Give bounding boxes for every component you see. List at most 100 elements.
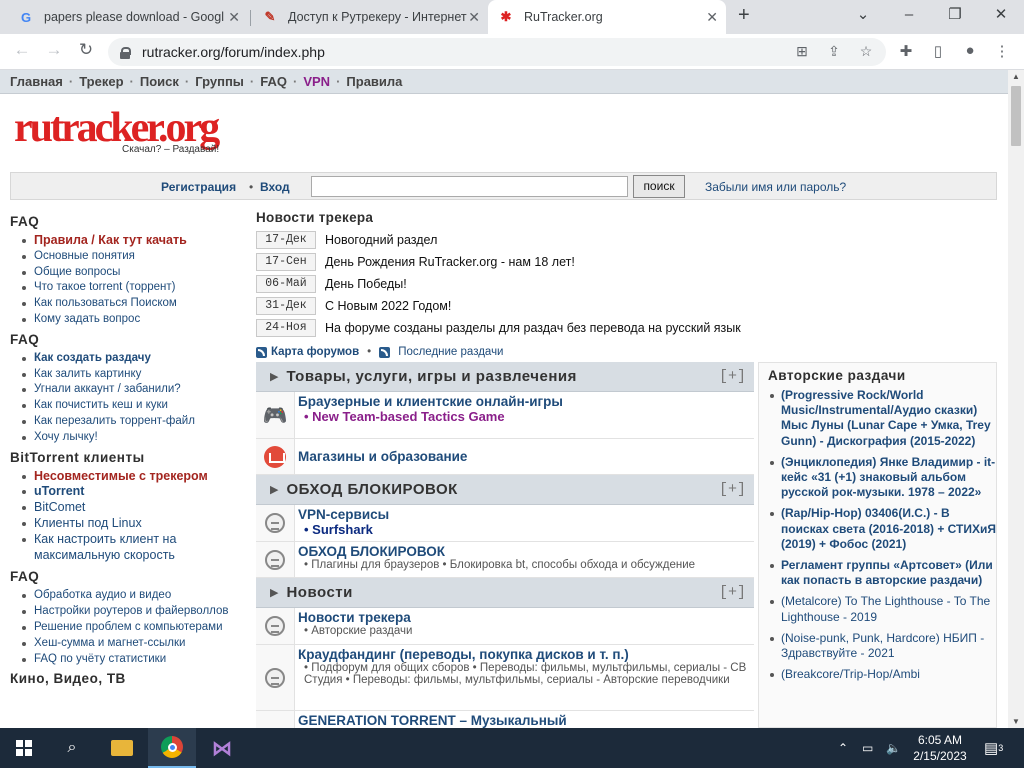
chrome-taskbar-icon[interactable] — [148, 728, 196, 768]
translate-icon[interactable]: ⊞ — [792, 43, 812, 60]
sidebar-link[interactable]: Как перезалить торрент-файл — [20, 414, 246, 430]
sidebar-link[interactable]: Несовместимые с трекером — [20, 469, 246, 485]
expand-toggle[interactable]: [+] — [719, 368, 746, 385]
subforum-link[interactable]: • Подфорум для общих сборов • Переводы: … — [298, 662, 754, 686]
category-header[interactable]: ▶ Товары, услуги, игры и развлечения [+] — [256, 362, 754, 392]
forward-icon[interactable]: → — [42, 40, 66, 60]
forum-link[interactable]: Краудфандинг (переводы, покупка дисков и… — [298, 647, 754, 662]
sidebar-link[interactable]: Как настроить клиент на максимальную ско… — [20, 532, 246, 564]
news-link[interactable]: На форуме созданы разделы для раздач без… — [325, 321, 741, 335]
close-window-button[interactable]: ✕ — [978, 2, 1024, 28]
tab-google[interactable]: G papers please download - Googl ✕ — [8, 0, 248, 34]
news-link[interactable]: С Новым 2022 Годом! — [325, 299, 451, 313]
site-logo[interactable]: rutracker.org Скачал? – Раздавай! — [14, 104, 254, 156]
forum-link[interactable]: VPN-сервисы — [298, 507, 754, 522]
category-header[interactable]: ▶ Новости [+] — [256, 578, 754, 608]
sidebar-link[interactable]: Клиенты под Linux — [20, 516, 246, 532]
reload-icon[interactable]: ↻ — [74, 40, 98, 60]
subforum-label[interactable]: Surfshark — [312, 522, 373, 537]
new-tab-button[interactable]: + — [738, 4, 750, 27]
sidebar-link[interactable]: Как почистить кеш и куки — [20, 398, 246, 414]
search-input[interactable] — [311, 176, 628, 197]
minimize-button[interactable]: – — [886, 2, 932, 28]
subforum-link[interactable]: • Surfshark — [298, 522, 754, 537]
start-button[interactable] — [0, 728, 48, 768]
lock-icon[interactable] — [120, 46, 131, 59]
scroll-down-icon[interactable]: ▼ — [1012, 717, 1020, 726]
clock[interactable]: 6:05 AM 2/15/2023 — [910, 728, 970, 768]
close-icon[interactable]: ✕ — [228, 9, 240, 26]
tray-chevron-icon[interactable]: ⌃ — [838, 728, 848, 768]
subforum-label[interactable]: Авторские раздачи — [311, 625, 412, 637]
nav-vpn[interactable]: VPN — [303, 74, 330, 89]
release-link[interactable]: (Энциклопедия) Янке Владимир - it-кейс «… — [769, 455, 996, 501]
register-link[interactable]: Регистрация — [161, 180, 236, 194]
close-icon[interactable]: ✕ — [706, 9, 718, 26]
sidebar-link[interactable]: Как пользоваться Поиском — [20, 296, 246, 312]
category-title[interactable]: Новости — [286, 584, 352, 601]
forum-link[interactable]: Магазины и образование — [298, 449, 467, 464]
forgot-password-link[interactable]: Забыли имя или пароль? — [705, 180, 846, 194]
visual-studio-icon[interactable]: ⋈ — [198, 728, 246, 768]
subforum-label[interactable]: Плагины для браузеров • Блокировка bt, с… — [311, 559, 695, 571]
nav-rules[interactable]: Правила — [346, 74, 402, 89]
sidebar-link[interactable]: BitComet — [20, 500, 246, 516]
sidebar-link[interactable]: Настройки роутеров и файерволлов — [20, 604, 246, 620]
sidebar-link[interactable]: Основные понятия — [20, 249, 246, 265]
sidebar-link[interactable]: Правила / Как тут качать — [20, 233, 246, 249]
sidebar-link[interactable]: Кому задать вопрос — [20, 312, 246, 328]
subforum-link[interactable]: • Авторские раздачи — [298, 625, 754, 637]
login-link[interactable]: Вход — [260, 180, 290, 194]
file-explorer-icon[interactable] — [98, 728, 146, 768]
notification-icon[interactable]: ▤ 3 — [984, 728, 1003, 768]
nav-search[interactable]: Поиск — [140, 74, 179, 89]
forum-link[interactable]: Новости трекера — [298, 610, 754, 625]
sidebar-link[interactable]: Решение проблем с компьютерами — [20, 620, 246, 636]
release-link[interactable]: (Metalcore) To The Lighthouse - To The L… — [769, 594, 996, 624]
category-title[interactable]: Товары, услуги, игры и развлечения — [286, 368, 576, 385]
latest-releases-link[interactable]: Последние раздачи — [398, 346, 503, 358]
close-icon[interactable]: ✕ — [468, 9, 480, 26]
scroll-up-icon[interactable]: ▲ — [1012, 72, 1020, 81]
subforum-label[interactable]: New Team-based Tactics Game — [312, 409, 504, 424]
nav-home[interactable]: Главная — [10, 74, 63, 89]
subforum-link[interactable]: • New Team-based Tactics Game — [298, 409, 754, 424]
sidebar-link[interactable]: Общие вопросы — [20, 265, 246, 281]
profile-icon[interactable]: ● — [960, 42, 980, 59]
forum-link[interactable]: ОБХОД БЛОКИРОВОК — [298, 544, 754, 559]
tab-rutracker[interactable]: ✱ RuTracker.org ✕ — [488, 0, 726, 34]
forum-link[interactable]: Браузерные и клиентские онлайн-игры — [298, 394, 754, 409]
nav-tracker[interactable]: Трекер — [79, 74, 123, 89]
search-icon[interactable]: ⌕ — [48, 728, 96, 768]
news-link[interactable]: Новогодний раздел — [325, 233, 437, 247]
release-link[interactable]: Регламент группы «Артсовет» (Или как поп… — [769, 558, 996, 588]
release-link[interactable]: (Breakcore/Trip-Hop/Ambi — [769, 667, 996, 682]
subforum-link[interactable]: • Плагины для браузеров • Блокировка bt,… — [298, 559, 754, 571]
release-link[interactable]: (Progressive Rock/World Music/Instrument… — [769, 388, 996, 449]
nav-groups[interactable]: Группы — [195, 74, 244, 89]
maximize-button[interactable]: ❐ — [932, 2, 978, 28]
expand-toggle[interactable]: [+] — [719, 481, 746, 498]
nav-faq[interactable]: FAQ — [260, 74, 287, 89]
sidebar-link[interactable]: Угнали аккаунт / забанили? — [20, 382, 246, 398]
address-bar[interactable]: rutracker.org/forum/index.php — [108, 38, 886, 66]
tab-access[interactable]: ✎ Доступ к Рутрекеру - Интернет ✕ — [252, 0, 488, 34]
expand-toggle[interactable]: [+] — [719, 584, 746, 601]
page-scrollbar[interactable]: ▲ ▼ — [1008, 70, 1024, 728]
subforum-label[interactable]: Подфорум для общих сборов • Переводы: фи… — [304, 662, 746, 686]
news-link[interactable]: День Победы! — [325, 277, 407, 291]
sidebar-link[interactable]: Хочу лычку! — [20, 430, 246, 446]
search-button[interactable]: поиск — [633, 175, 685, 198]
sidebar-link[interactable]: FAQ по учёту статистики — [20, 652, 246, 668]
extensions-icon[interactable]: ✚ — [896, 42, 916, 60]
category-header[interactable]: ▶ ОБХОД БЛОКИРОВОК [+] — [256, 475, 754, 505]
volume-icon[interactable]: 🔈 — [886, 728, 901, 768]
forum-link[interactable]: GENERATION TORRENT – Музыкальный — [298, 713, 754, 728]
side-panel-icon[interactable]: ▯ — [928, 42, 948, 60]
sidebar-link[interactable]: Как создать раздачу — [20, 351, 246, 367]
sidebar-link[interactable]: Как залить картинку — [20, 367, 246, 383]
scroll-thumb[interactable] — [1011, 86, 1021, 146]
forum-map-link[interactable]: Карта форумов — [271, 346, 359, 358]
back-icon[interactable]: ← — [10, 40, 34, 60]
sidebar-link[interactable]: Обработка аудио и видео — [20, 588, 246, 604]
